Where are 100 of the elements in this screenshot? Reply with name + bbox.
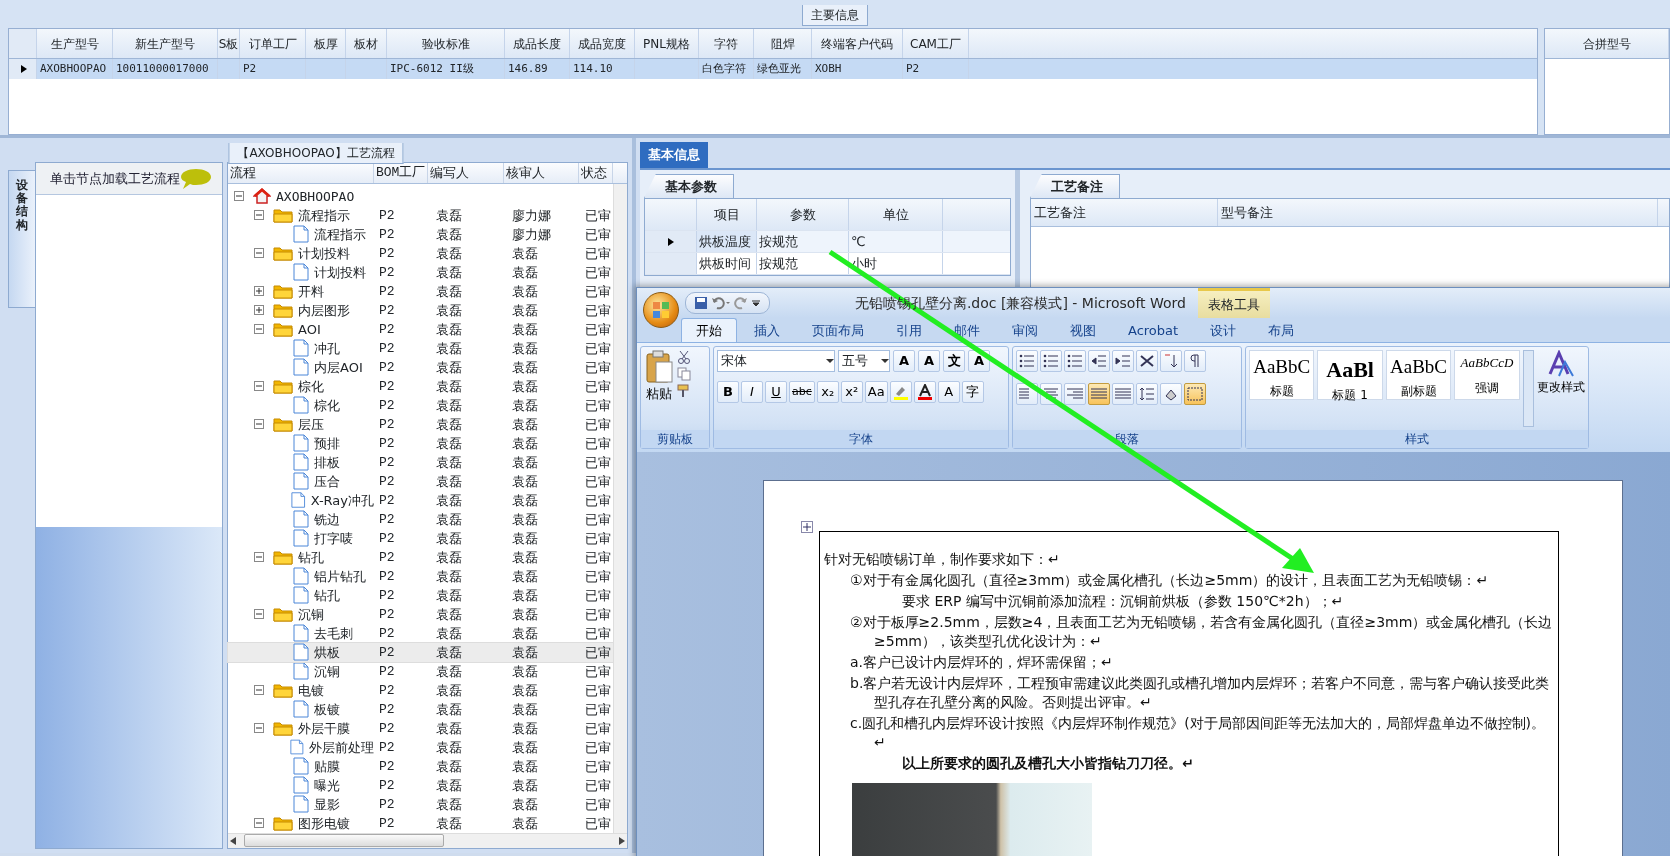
office-button[interactable] [643,292,679,328]
tree-row[interactable]: 流程指示 P2 袁磊 廖力娜 已审 [228,224,613,244]
borders-icon[interactable] [1184,383,1206,405]
tree-row[interactable]: 沉铜 P2 袁磊 袁磊 已审 [228,661,613,681]
font-name-field[interactable]: 宋体 [717,350,835,372]
font-tool-button[interactable]: A [937,381,960,403]
tree-row[interactable]: 开料 P2 袁磊 袁磊 已审 [228,281,613,301]
tab[interactable]: 基本信息 [640,142,708,168]
ribbon-tab[interactable]: 页面布局 [797,317,879,342]
format-button[interactable]: B [717,381,739,403]
tree-row[interactable]: 压合 P2 袁磊 袁磊 已审 [228,471,613,491]
tab[interactable]: 工艺备注 [1030,173,1120,198]
numbered-list-icon[interactable] [1040,350,1062,372]
collapse-icon[interactable] [254,323,265,335]
column-header[interactable]: 成品宽度 [570,29,635,58]
column-header[interactable]: 成品长度 [505,29,570,58]
tree-row[interactable]: 棕化 P2 袁磊 袁磊 已审 [228,395,613,415]
column-header[interactable]: 项目 [697,199,757,230]
save-icon[interactable] [694,296,708,310]
paragraph-mark-icon[interactable] [1184,350,1206,372]
column-header[interactable]: 字符 [699,29,754,58]
undo-icon[interactable] [711,296,731,310]
table-row[interactable]: AXOBHOOPAO 10011000017000 P2 IPC-6012 II级 146.89 114.10 白色字符 绿色亚光 XOBH P2 [9,59,1537,79]
tree-row[interactable]: 电镀 P2 袁磊 袁磊 已审 [228,680,613,700]
ribbon-tab[interactable]: 引用 [881,317,937,342]
tree-row[interactable]: 内层图形 P2 袁磊 袁磊 已审 [228,300,613,320]
line-spacing-icon[interactable] [1136,383,1158,405]
tab[interactable]: 基本参数 [644,173,734,198]
style-preview[interactable]: AaBbC 副标题 [1385,350,1452,400]
column-header[interactable]: PNL规格 [635,29,699,58]
tree-row[interactable]: 曝光 P2 袁磊 袁磊 已审 [228,775,613,795]
ribbon-tab[interactable]: 审阅 [997,317,1053,342]
format-button[interactable]: Aa [864,381,888,403]
ribbon-tab[interactable]: 视图 [1055,317,1111,342]
column-header[interactable]: 验收标准 [387,29,505,58]
column-header[interactable]: S板 [218,29,240,58]
column-header[interactable]: 流程 [228,163,374,183]
ribbon-tab[interactable]: 插入 [739,317,795,342]
tree-row[interactable]: 钻孔 P2 袁磊 袁磊 已审 [228,585,613,605]
multilevel-list-icon[interactable] [1064,350,1086,372]
collapse-icon[interactable] [254,817,265,829]
column-header[interactable]: 阻焊 [754,29,812,58]
column-header[interactable]: 工艺备注 [1031,199,1218,226]
tree-row[interactable]: 板镀 P2 袁磊 袁磊 已审 [228,699,613,719]
customize-icon[interactable] [751,298,761,308]
tree-row[interactable]: 打字唛 P2 袁磊 袁磊 已审 [228,528,613,548]
tree-row[interactable]: 去毛刺 P2 袁磊 袁磊 已审 [228,623,613,643]
table-row[interactable]: 烘板温度 按规范 ℃ [645,231,1010,253]
ribbon-tab[interactable]: 布局 [1253,317,1310,342]
font-size-field[interactable]: 五号 [838,350,890,372]
side-tab[interactable]: 设备结构 [8,170,35,308]
text-direction-icon[interactable] [1136,350,1158,372]
font-tool-button[interactable]: 文 [943,350,965,372]
tree-row[interactable]: 烘板 P2 袁磊 袁磊 已审 [228,642,613,662]
column-header[interactable]: 单位 [849,199,943,230]
decrease-indent-icon[interactable] [1088,350,1110,372]
tree-row[interactable]: 显影 P2 袁磊 袁磊 已审 [228,794,613,814]
column-header[interactable]: 订单工厂 [240,29,306,58]
column-header[interactable]: BOM工厂 [374,163,428,183]
ribbon-tab[interactable]: Acrobat [1113,317,1194,342]
tree-row[interactable]: X-Ray冲孔 P2 袁磊 袁磊 已审 [228,490,613,510]
font-tool-button[interactable]: A [893,350,915,372]
font-color-icon[interactable] [913,381,936,403]
format-button[interactable]: I [741,381,763,403]
tree-row[interactable]: 预排 P2 袁磊 袁磊 已审 [228,433,613,453]
column-header[interactable]: 核审人 [504,163,579,183]
tree-row[interactable]: 外层前处理 P2 袁磊 袁磊 已审 [228,737,613,757]
expand-icon[interactable] [254,285,265,297]
tree-row[interactable]: 沉铜 P2 袁磊 袁磊 已审 [228,604,613,624]
column-header[interactable]: 板厚 [306,29,346,58]
tree-row[interactable]: 计划投料 P2 袁磊 袁磊 已审 [228,262,613,282]
collapse-icon[interactable] [254,380,265,392]
ribbon-tab[interactable]: 开始 [681,317,737,342]
paste-button[interactable]: 粘贴 [644,350,674,427]
change-styles-button[interactable]: 更改样式 [1537,350,1585,427]
paint-bucket-icon[interactable] [1160,383,1182,405]
collapse-icon[interactable] [254,684,265,696]
format-button[interactable]: U [765,381,787,403]
tree-row[interactable]: 冲孔 P2 袁磊 袁磊 已审 [228,338,613,358]
tree-row[interactable]: 钻孔 P2 袁磊 袁磊 已审 [228,547,613,567]
column-header[interactable]: 终端客户代码 [812,29,903,58]
distribute-icon[interactable] [1112,383,1134,405]
tree-row[interactable]: 图形电镀 P2 袁磊 袁磊 已审 [228,813,613,833]
column-header[interactable]: 编写人 [428,163,504,183]
collapse-icon[interactable] [254,209,265,221]
increase-indent-icon[interactable] [1112,350,1134,372]
tree-row[interactable]: 棕化 P2 袁磊 袁磊 已审 [228,376,613,396]
tree-row[interactable]: 铣边 P2 袁磊 袁磊 已审 [228,509,613,529]
column-header[interactable]: 生产型号 [37,29,113,58]
tree-row[interactable]: 贴膜 P2 袁磊 袁磊 已审 [228,756,613,776]
tree-row[interactable]: AOI P2 袁磊 袁磊 已审 [228,319,613,339]
tree-row[interactable]: 层压 P2 袁磊 袁磊 已审 [228,414,613,434]
expand-icon[interactable] [254,304,265,316]
justify-icon[interactable] [1088,383,1110,405]
font-tool-button[interactable]: 字 [961,381,984,403]
style-preview[interactable]: AaBbCcD 强调 [1454,350,1520,400]
paintbrush-icon[interactable] [677,384,691,398]
tree-row[interactable]: 排板 P2 袁磊 袁磊 已审 [228,452,613,472]
font-tool-button[interactable]: A [918,350,940,372]
column-header[interactable]: 新生产型号 [113,29,218,58]
